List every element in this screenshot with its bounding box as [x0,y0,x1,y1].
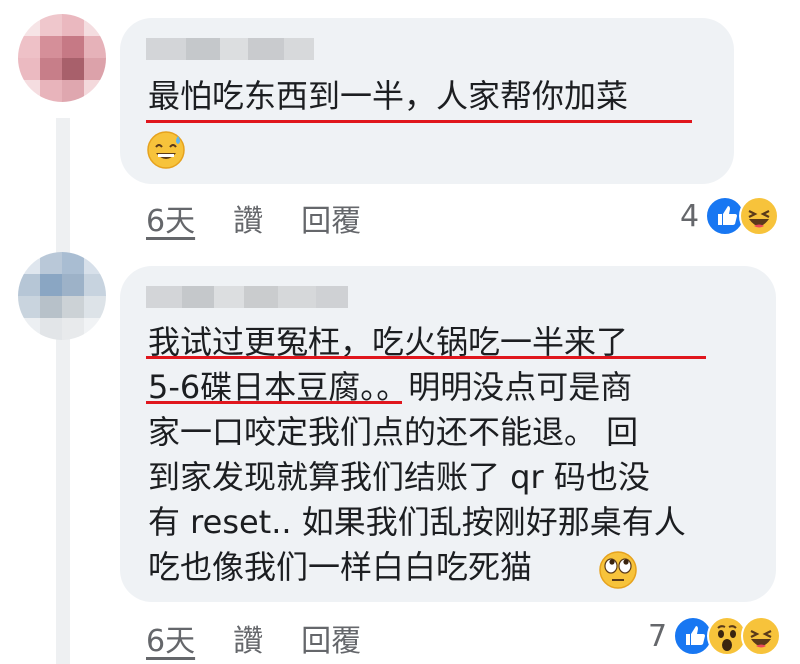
thread-line [56,118,70,664]
highlight-underline [146,401,402,404]
comment-text-line: 家一口咬定我们点的还不能退。 回 [148,413,639,451]
reaction-summary[interactable]: 7 [648,616,782,656]
reply-button[interactable]: 回覆 [301,616,361,660]
comment-text-line: 吃也像我们一样白白吃死猫 [148,548,533,586]
comment-actions: 6天 讚 回覆 [146,616,361,660]
comment-bubble: 最怕吃东西到一半，人家帮你加菜 [120,18,734,184]
comment-bubble: 我试过更冤枉，吃火锅吃一半来了 5-6碟日本豆腐。。明明没点可是商 家一口咬定我… [120,266,776,602]
timestamp-link[interactable]: 6天 [146,616,195,660]
reaction-count: 7 [648,618,668,654]
timestamp-link[interactable]: 6天 [146,196,195,240]
reply-button[interactable]: 回覆 [301,196,361,240]
commenter-name[interactable] [146,286,348,308]
like-button[interactable]: 讚 [233,196,263,240]
comment-text-line: 到家发现就算我们结账了 qr 码也没 [148,458,650,496]
like-button[interactable]: 讚 [233,616,263,660]
comment-text-line: 有 reset.. 如果我们乱按刚好那桌有人 [148,503,686,541]
haha-icon [739,196,780,236]
haha-icon [741,616,782,656]
comment-text-line: 最怕吃东西到一半，人家帮你加菜 [148,77,629,115]
avatar[interactable] [18,14,106,102]
highlight-underline [146,356,706,359]
sweat-smile-emoji [146,130,186,174]
reaction-count: 4 [680,198,700,234]
avatar[interactable] [18,252,106,340]
eye-roll-emoji [598,550,638,594]
reaction-summary[interactable]: 4 [680,196,780,236]
comment-actions: 6天 讚 回覆 [146,196,361,240]
commenter-name[interactable] [146,38,314,60]
highlight-underline [146,120,692,123]
